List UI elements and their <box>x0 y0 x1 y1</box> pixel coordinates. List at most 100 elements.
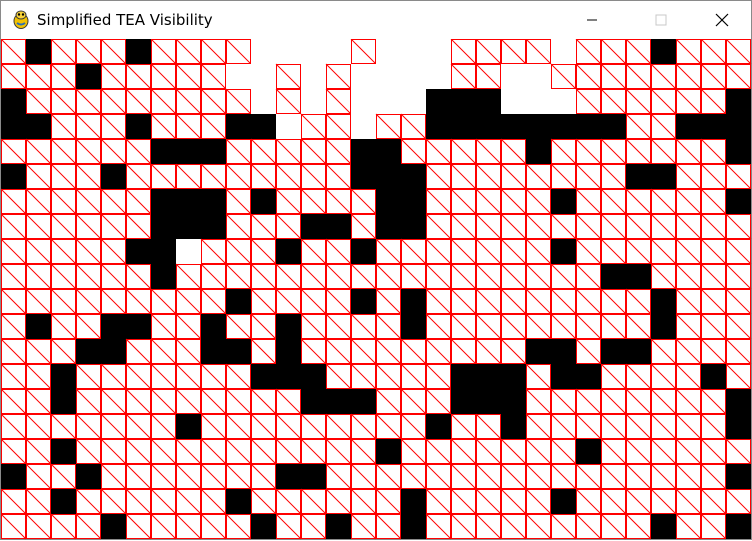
grid-cell[interactable] <box>126 314 151 339</box>
grid-cell[interactable] <box>301 89 326 114</box>
grid-cell[interactable] <box>51 389 76 414</box>
grid-cell[interactable] <box>650 413 677 440</box>
grid-cell[interactable] <box>275 488 302 515</box>
grid-cell[interactable] <box>401 164 426 189</box>
grid-cell[interactable] <box>250 213 277 240</box>
grid-cell[interactable] <box>25 263 52 290</box>
grid-cell[interactable] <box>375 288 402 315</box>
grid-cell[interactable] <box>526 89 551 114</box>
grid-cell[interactable] <box>575 88 602 115</box>
grid-cell[interactable] <box>150 113 177 140</box>
grid-cell[interactable] <box>375 413 402 440</box>
grid-cell[interactable] <box>675 88 702 115</box>
grid-cell[interactable] <box>75 488 102 515</box>
grid-cell[interactable] <box>525 288 552 315</box>
grid-cell[interactable] <box>326 39 351 64</box>
grid-cell[interactable] <box>175 438 202 465</box>
grid-cell[interactable] <box>251 114 276 139</box>
grid-cell[interactable] <box>150 88 177 115</box>
grid-cell[interactable] <box>225 88 252 115</box>
grid-cell[interactable] <box>400 138 427 165</box>
grid-cell[interactable] <box>700 338 727 365</box>
grid-cell[interactable] <box>675 188 702 215</box>
grid-cell[interactable] <box>125 463 152 490</box>
grid-cell[interactable] <box>25 213 52 240</box>
grid-cell[interactable] <box>326 389 351 414</box>
grid-cell[interactable] <box>475 63 502 90</box>
grid-cell[interactable] <box>175 163 202 190</box>
grid-cell[interactable] <box>501 64 526 89</box>
grid-cell[interactable] <box>500 338 527 365</box>
grid-cell[interactable] <box>25 363 52 390</box>
grid-cell[interactable] <box>500 313 527 340</box>
grid-cell[interactable] <box>175 488 202 515</box>
grid-cell[interactable] <box>176 139 201 164</box>
grid-cell[interactable] <box>451 389 476 414</box>
grid-cell[interactable] <box>575 313 602 340</box>
grid-cell[interactable] <box>475 138 502 165</box>
grid-cell[interactable] <box>276 239 301 264</box>
grid-cell[interactable] <box>25 463 52 490</box>
grid-cell[interactable] <box>376 89 401 114</box>
grid-cell[interactable] <box>275 88 302 115</box>
grid-cell[interactable] <box>725 338 752 365</box>
grid-cell[interactable] <box>350 213 377 240</box>
grid-cell[interactable] <box>150 313 177 340</box>
grid-cell[interactable] <box>200 263 227 290</box>
grid-cell[interactable] <box>601 339 626 364</box>
grid-cell[interactable] <box>475 163 502 190</box>
grid-cell[interactable] <box>176 239 201 264</box>
grid-cell[interactable] <box>476 89 501 114</box>
grid-cell[interactable] <box>575 163 602 190</box>
grid-cell[interactable] <box>325 238 352 265</box>
grid-cell[interactable] <box>151 239 176 264</box>
grid-cell[interactable] <box>401 289 426 314</box>
grid-cell[interactable] <box>675 413 702 440</box>
grid-cell[interactable] <box>300 288 327 315</box>
grid-cell[interactable] <box>600 488 627 515</box>
grid-cell[interactable] <box>50 138 77 165</box>
grid-cell[interactable] <box>575 39 602 65</box>
grid-cell[interactable] <box>26 114 51 139</box>
grid-cell[interactable] <box>725 39 752 65</box>
grid-cell[interactable] <box>600 163 627 190</box>
grid-cell[interactable] <box>625 413 652 440</box>
grid-cell[interactable] <box>526 339 551 364</box>
grid-cell[interactable] <box>25 163 52 190</box>
grid-cell[interactable] <box>451 89 476 114</box>
grid-cell[interactable] <box>125 213 152 240</box>
grid-cell[interactable] <box>351 139 376 164</box>
grid-cell[interactable] <box>375 238 402 265</box>
grid-cell[interactable] <box>625 363 652 390</box>
grid-cell[interactable] <box>300 313 327 340</box>
grid-cell[interactable] <box>700 388 727 415</box>
grid-cell[interactable] <box>1 313 27 340</box>
grid-cell[interactable] <box>650 488 677 515</box>
grid-cell[interactable] <box>725 213 752 240</box>
grid-cell[interactable] <box>726 139 751 164</box>
grid-cell[interactable] <box>175 338 202 365</box>
grid-cell[interactable] <box>675 238 702 265</box>
grid-cell[interactable] <box>550 138 577 165</box>
grid-cell[interactable] <box>275 163 302 190</box>
grid-cell[interactable] <box>525 313 552 340</box>
grid-cell[interactable] <box>75 288 102 315</box>
grid-cell[interactable] <box>575 488 602 515</box>
grid-cell[interactable] <box>200 63 227 90</box>
close-button[interactable] <box>691 1 752 39</box>
grid-cell[interactable] <box>500 163 527 190</box>
grid-cell[interactable] <box>1 363 27 390</box>
grid-cell[interactable] <box>50 288 77 315</box>
grid-cell[interactable] <box>700 63 727 90</box>
grid-cell[interactable] <box>426 414 451 439</box>
grid-cell[interactable] <box>550 263 577 290</box>
grid-cell[interactable] <box>526 114 551 139</box>
grid-cell[interactable] <box>401 314 426 339</box>
grid-cell[interactable] <box>401 214 426 239</box>
grid-cell[interactable] <box>301 364 326 389</box>
grid-cell[interactable] <box>325 363 352 390</box>
grid-cell[interactable] <box>450 63 477 90</box>
grid-cell[interactable] <box>700 513 727 540</box>
grid-cell[interactable] <box>401 514 426 539</box>
grid-cell[interactable] <box>100 363 127 390</box>
